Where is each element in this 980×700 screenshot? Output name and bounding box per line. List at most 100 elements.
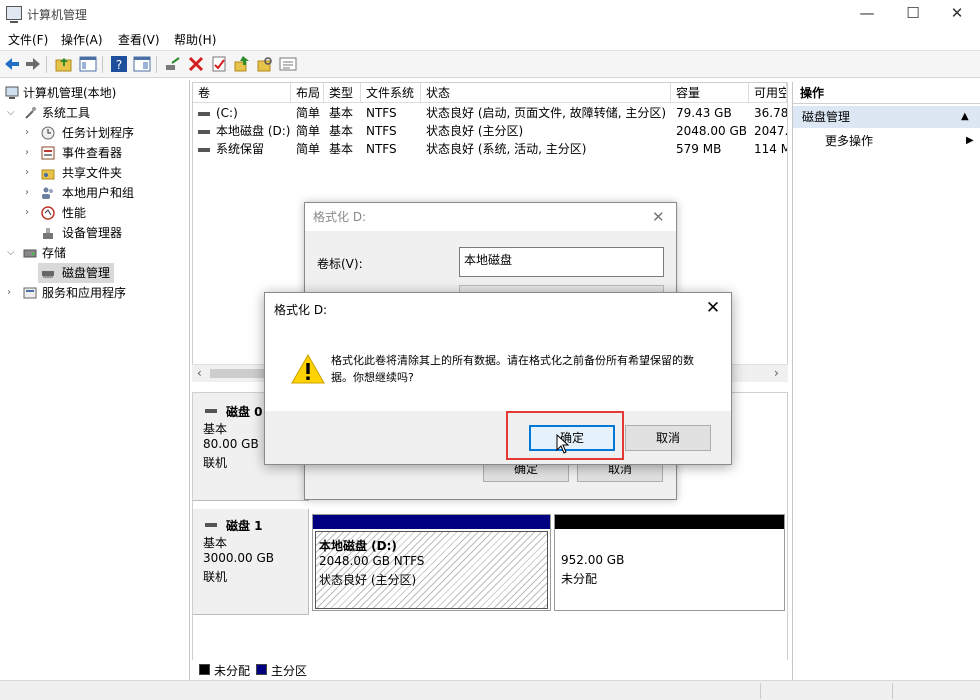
tree-item-event-viewer[interactable]: › 事件查看器 bbox=[0, 143, 190, 163]
chevron-right-icon[interactable]: › bbox=[25, 203, 29, 223]
status-cell: 状态良好 (系统, 活动, 主分区) bbox=[426, 142, 587, 156]
menu-bar: 文件(F) 操作(A) 查看(V) 帮助(H) bbox=[0, 28, 980, 50]
tree-label: 计算机管理(本地) bbox=[23, 86, 117, 100]
tree-label: 存储 bbox=[42, 246, 67, 260]
partition-bar-unallocated bbox=[555, 515, 784, 529]
menu-action[interactable]: 操作(A) bbox=[61, 31, 103, 48]
volume-name-cell: 系统保留 bbox=[193, 140, 291, 158]
collapse-up-icon[interactable]: ▲ bbox=[961, 106, 969, 128]
volume-label-caption: 卷标(V): bbox=[317, 257, 363, 271]
disk-size: 3000.00 GB bbox=[203, 551, 274, 565]
chevron-right-icon: ▶ bbox=[966, 135, 974, 146]
help-icon[interactable]: ? bbox=[110, 55, 128, 73]
export-icon[interactable] bbox=[233, 55, 251, 73]
table-row[interactable]: (C:) 简单 基本 NTFS 状态良好 (启动, 页面文件, 故障转储, 主分… bbox=[193, 104, 787, 122]
table-row[interactable]: 系统保留 简单 基本 NTFS 状态良好 (系统, 活动, 主分区) 579 M… bbox=[193, 140, 787, 158]
title-bar: 计算机管理 — ☐ ✕ bbox=[0, 0, 980, 28]
list-icon[interactable] bbox=[279, 55, 297, 73]
tree-item-disk-management[interactable]: 磁盘管理 bbox=[38, 263, 114, 283]
partition-unallocated[interactable]: 952.00 GB 未分配 bbox=[554, 514, 785, 611]
column-header-type[interactable]: 类型 bbox=[324, 83, 361, 103]
console-icon[interactable] bbox=[133, 55, 151, 73]
menu-view[interactable]: 查看(V) bbox=[118, 31, 160, 48]
chevron-right-icon[interactable]: › bbox=[25, 163, 29, 183]
chevron-right-icon[interactable]: › bbox=[25, 143, 29, 163]
unallocated-size: 952.00 GB bbox=[561, 553, 625, 567]
status-divider bbox=[892, 683, 893, 699]
column-header-status[interactable]: 状态 bbox=[421, 83, 671, 103]
volume-label-input[interactable]: 本地磁盘 bbox=[459, 247, 664, 277]
column-header-free[interactable]: 可用空 bbox=[749, 83, 787, 103]
chevron-right-icon[interactable]: › bbox=[25, 123, 29, 143]
volume-icon bbox=[198, 147, 210, 152]
tree-label: 设备管理器 bbox=[62, 226, 123, 240]
confirm-cancel-button[interactable]: 取消 bbox=[625, 425, 711, 451]
volume-name: 本地磁盘 (D:) bbox=[216, 124, 291, 138]
column-header-layout[interactable]: 布局 bbox=[291, 83, 324, 103]
column-header-filesystem[interactable]: 文件系统 bbox=[361, 83, 421, 103]
more-actions-item[interactable]: 更多操作 ▶ bbox=[793, 130, 980, 152]
close-icon[interactable]: ✕ bbox=[701, 296, 725, 320]
clock-icon bbox=[41, 126, 55, 140]
window-title: 计算机管理 bbox=[27, 8, 88, 22]
menu-help[interactable]: 帮助(H) bbox=[174, 31, 216, 48]
tree-item-shared-folders[interactable]: › 共享文件夹 bbox=[0, 163, 190, 183]
free-cell: 36.78 bbox=[754, 106, 787, 120]
menu-file[interactable]: 文件(F) bbox=[8, 31, 48, 48]
properties-icon[interactable] bbox=[210, 55, 228, 73]
tree-item-device-manager[interactable]: 设备管理器 bbox=[0, 223, 190, 243]
layout-cell: 简单 bbox=[296, 106, 321, 120]
partition-d[interactable]: 本地磁盘 (D:) 2048.00 GB NTFS 状态良好 (主分区) bbox=[312, 514, 551, 611]
tree-item-performance[interactable]: › 性能 bbox=[0, 203, 190, 223]
capacity-cell: 79.43 GB bbox=[676, 106, 732, 120]
show-hide-tree-icon[interactable] bbox=[79, 55, 97, 73]
forward-icon[interactable] bbox=[24, 55, 42, 73]
layout-cell: 简单 bbox=[296, 142, 321, 156]
up-folder-icon[interactable] bbox=[55, 55, 73, 73]
chevron-down-icon[interactable]: ⌵ bbox=[7, 243, 15, 263]
svg-text:?: ? bbox=[116, 58, 122, 72]
column-header-capacity[interactable]: 容量 bbox=[671, 83, 749, 103]
filesystem-cell: NTFS bbox=[366, 106, 397, 120]
tree-label: 任务计划程序 bbox=[62, 126, 135, 140]
warning-icon bbox=[291, 353, 325, 384]
tree-item-task-scheduler[interactable]: › 任务计划程序 bbox=[0, 123, 190, 143]
disk-name: 磁盘 1 bbox=[226, 519, 263, 533]
tree-item-system-tools[interactable]: ⌵ 系统工具 bbox=[0, 103, 190, 123]
back-icon[interactable] bbox=[3, 55, 21, 73]
format-dialog-title: 格式化 D: ✕ bbox=[305, 203, 676, 231]
actions-section-disk-management[interactable]: 磁盘管理 ▲ bbox=[793, 106, 980, 128]
tree-item-root[interactable]: 计算机管理(本地) bbox=[0, 83, 190, 103]
disk-icon bbox=[205, 523, 217, 527]
find-icon[interactable] bbox=[256, 55, 274, 73]
minimize-button[interactable]: — bbox=[844, 0, 890, 28]
table-row[interactable]: 本地磁盘 (D:) 简单 基本 NTFS 状态良好 (主分区) 2048.00 … bbox=[193, 122, 787, 140]
close-icon[interactable]: ✕ bbox=[652, 203, 665, 231]
legend-unallocated-swatch bbox=[199, 664, 210, 675]
confirm-dialog: 格式化 D: ✕ 格式化此卷将清除其上的所有数据。请在格式化之前备份所有希望保留… bbox=[264, 292, 732, 465]
tree-item-storage[interactable]: ⌵ 存储 bbox=[0, 243, 190, 263]
chevron-right-icon[interactable]: › bbox=[25, 183, 29, 203]
tree-label: 系统工具 bbox=[42, 106, 91, 120]
legend-unallocated-label: 未分配 bbox=[214, 664, 251, 678]
disk-1-label[interactable]: 磁盘 1 基本 3000.00 GB 联机 bbox=[193, 509, 309, 615]
chevron-down-icon[interactable]: ⌵ bbox=[7, 103, 15, 123]
legend-primary-label: 主分区 bbox=[271, 664, 308, 678]
delete-icon[interactable] bbox=[187, 55, 205, 73]
volume-name: (C:) bbox=[216, 106, 238, 120]
toolbar: ? bbox=[0, 50, 980, 78]
scroll-left-icon[interactable]: ‹ bbox=[197, 366, 202, 380]
scroll-right-icon[interactable]: › bbox=[774, 366, 779, 380]
chevron-right-icon[interactable]: › bbox=[7, 283, 11, 303]
tree-item-local-users[interactable]: › 本地用户和组 bbox=[0, 183, 190, 203]
services-icon bbox=[23, 287, 37, 299]
actions-header: 操作 bbox=[793, 82, 980, 104]
capacity-cell: 579 MB bbox=[676, 142, 722, 156]
tree-item-services-apps[interactable]: › 服务和应用程序 bbox=[0, 283, 190, 303]
maximize-button[interactable]: ☐ bbox=[890, 0, 936, 28]
close-button[interactable]: ✕ bbox=[934, 0, 980, 28]
status-divider bbox=[760, 683, 761, 699]
volume-label-value: 本地磁盘 bbox=[464, 253, 513, 267]
column-header-volume[interactable]: 卷 bbox=[193, 83, 291, 103]
connect-icon[interactable] bbox=[164, 55, 182, 73]
